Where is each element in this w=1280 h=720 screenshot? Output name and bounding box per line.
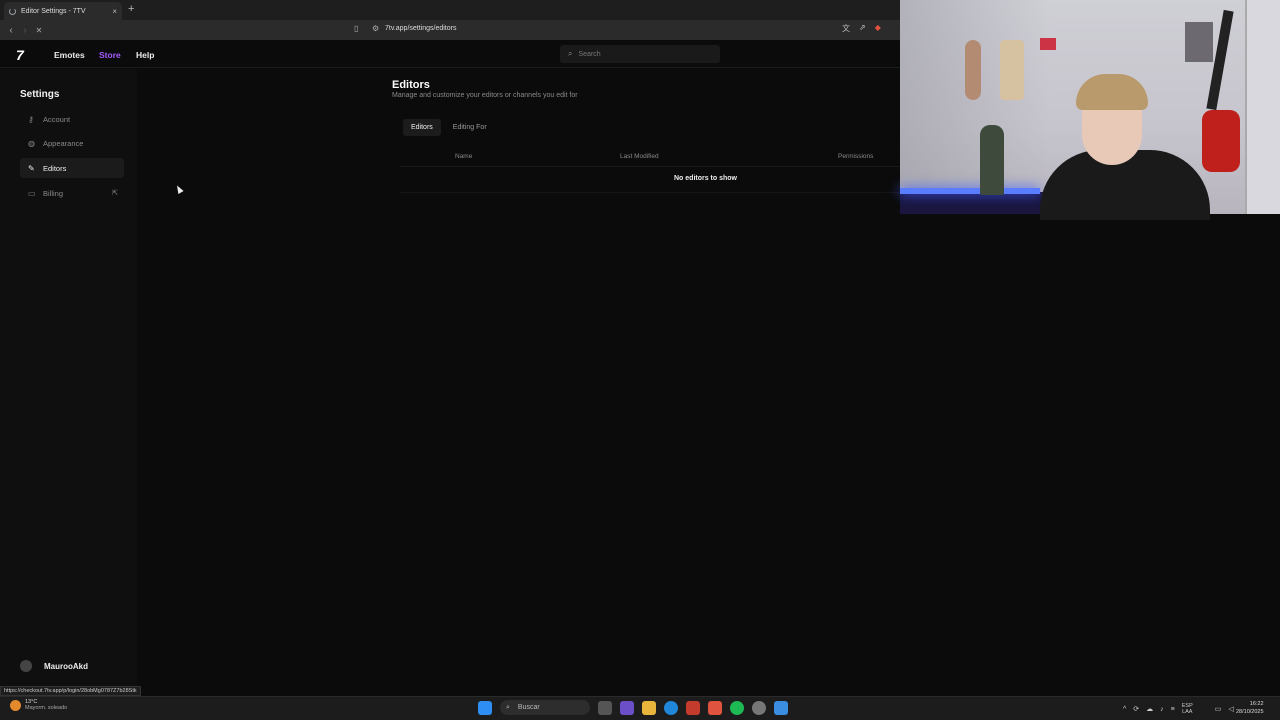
palette-icon: ◍	[28, 138, 35, 148]
address-bar-url[interactable]: 7tv.app/settings/editors	[385, 25, 456, 32]
external-link-icon: ⇱	[112, 190, 118, 197]
bookmark-icon[interactable]: ▯	[354, 24, 358, 33]
webcam-door	[1245, 0, 1280, 214]
taskbar-search[interactable]: ⌕ Buscar	[500, 700, 590, 715]
network-icon[interactable]: ≡	[1171, 706, 1175, 713]
brave-shield-icon[interactable]: ◆	[875, 23, 881, 34]
tab-title: Editor Settings - 7TV	[21, 7, 86, 15]
file-explorer-icon[interactable]	[642, 700, 656, 715]
nav-help[interactable]: Help	[136, 50, 154, 60]
empty-state: No editors to show	[674, 175, 737, 182]
webcam-desk	[900, 192, 1050, 214]
tab-editing-for[interactable]: Editing For	[445, 119, 495, 136]
sidebar-title: Settings	[20, 89, 60, 100]
stop-reload-button[interactable]: ✕	[32, 26, 46, 35]
search-icon: ⌕	[506, 703, 510, 711]
page-title: Editors	[392, 79, 430, 91]
sidebar-item-editors[interactable]: ✎ Editors	[20, 158, 124, 178]
wall-decoration	[965, 40, 981, 100]
windows-start-icon[interactable]	[478, 700, 492, 715]
tab-close-button[interactable]: ×	[112, 7, 117, 16]
language-indicator[interactable]: ESP LAA	[1182, 703, 1193, 715]
webcam-wall-shadow	[900, 0, 1050, 214]
tab-editors[interactable]: Editors	[403, 119, 441, 136]
lang-layout: LAA	[1182, 709, 1193, 715]
site-info-icon[interactable]: ⚙	[372, 24, 379, 33]
brave-browser-icon[interactable]	[708, 700, 722, 715]
column-last-modified[interactable]: Last Modified	[620, 153, 659, 160]
sidebar-item-appearance[interactable]: ◍ Appearance	[20, 133, 124, 153]
pencil-icon: ✎	[28, 163, 35, 173]
nav-emotes[interactable]: Emotes	[54, 50, 85, 60]
led-strip	[900, 188, 1040, 194]
spotify-icon[interactable]	[730, 700, 744, 715]
username: MaurooAkd	[44, 661, 88, 671]
column-permissions[interactable]: Permissions	[838, 153, 873, 160]
taskbar-search-label: Buscar	[517, 704, 540, 711]
table-divider	[400, 192, 900, 193]
microphone	[1202, 110, 1240, 172]
sidebar-item-label: Editors	[43, 163, 67, 173]
weather-sun-icon	[10, 699, 21, 711]
snipping-tool-icon[interactable]	[774, 700, 788, 715]
calendar-app-icon[interactable]	[686, 700, 700, 715]
system-tray: ^ ⟳ ☁ ♪ ≡ ESP LAA ▭ ◁	[1123, 703, 1234, 715]
weather-desc: Mayorm. soleado	[25, 705, 68, 711]
back-button[interactable]: ‹	[4, 25, 18, 36]
volume-icon[interactable]: ◁	[1228, 705, 1233, 713]
taskbar-clock[interactable]: 16:22 28/10/2025	[1236, 700, 1264, 716]
browser-tools: 文 ⇗ ◆	[842, 23, 881, 34]
mouse-cursor-icon	[174, 184, 184, 194]
sidebar-item-account[interactable]: ⚷ Account	[20, 109, 124, 129]
page-subtitle: Manage and customize your editors or cha…	[392, 92, 578, 99]
nav-store[interactable]: Store	[99, 50, 121, 60]
settings-gear-icon[interactable]	[752, 700, 766, 715]
loading-spinner-icon	[9, 7, 16, 15]
7tv-logo-icon[interactable]: 7	[16, 47, 24, 63]
clock-time: 16:22	[1249, 701, 1264, 707]
user-profile[interactable]: MaurooAkd	[20, 660, 88, 672]
browser-tab[interactable]: Editor Settings - 7TV ×	[4, 2, 122, 20]
sync-icon[interactable]: ⟳	[1133, 705, 1139, 713]
display-icon[interactable]: ▭	[1215, 705, 1222, 713]
search-input[interactable]: ⌕ Search	[560, 45, 720, 63]
browser-tabbar	[0, 0, 900, 20]
search-icon: ⌕	[568, 49, 573, 58]
sidebar-item-billing[interactable]: ▭ Billing ⇱	[20, 183, 124, 203]
column-name[interactable]: Name	[455, 153, 472, 160]
task-view-icon[interactable]	[598, 700, 612, 715]
sidebar-item-label: Billing	[43, 188, 64, 198]
sidebar-item-label: Account	[43, 114, 71, 124]
taskbar-apps: ⌕ Buscar	[478, 700, 788, 715]
key-icon: ⚷	[28, 114, 34, 124]
share-icon[interactable]: ⇗	[859, 23, 866, 34]
mic-icon[interactable]: ♪	[1160, 706, 1164, 713]
avatar	[20, 660, 32, 672]
copilot-icon[interactable]	[620, 700, 634, 715]
clock-date: 28/10/2025	[1236, 709, 1264, 715]
card-icon: ▭	[28, 188, 36, 198]
webcam-plant	[980, 125, 1004, 195]
search-placeholder: Search	[578, 50, 601, 58]
wall-sign	[1040, 38, 1056, 50]
translate-icon[interactable]: 文	[842, 23, 850, 34]
table-header: Name Last Modified Permissions	[400, 147, 900, 167]
weather-widget[interactable]: 13°C Mayorm. soleado	[10, 699, 67, 711]
editor-tabs: Editors Editing For	[403, 119, 495, 136]
app-header	[0, 40, 900, 68]
new-tab-button[interactable]: +	[128, 3, 134, 15]
wall-poster	[1185, 22, 1213, 62]
edge-icon[interactable]	[664, 700, 678, 715]
chevron-up-icon[interactable]: ^	[1123, 706, 1126, 713]
forward-button[interactable]: ›	[18, 25, 32, 36]
sidebar-item-label: Appearance	[43, 138, 84, 148]
cloud-icon[interactable]: ☁	[1146, 705, 1153, 713]
wall-decoration	[1000, 40, 1024, 100]
status-link: https://checkout.7tv.app/p/login/28obMg0…	[0, 686, 141, 696]
